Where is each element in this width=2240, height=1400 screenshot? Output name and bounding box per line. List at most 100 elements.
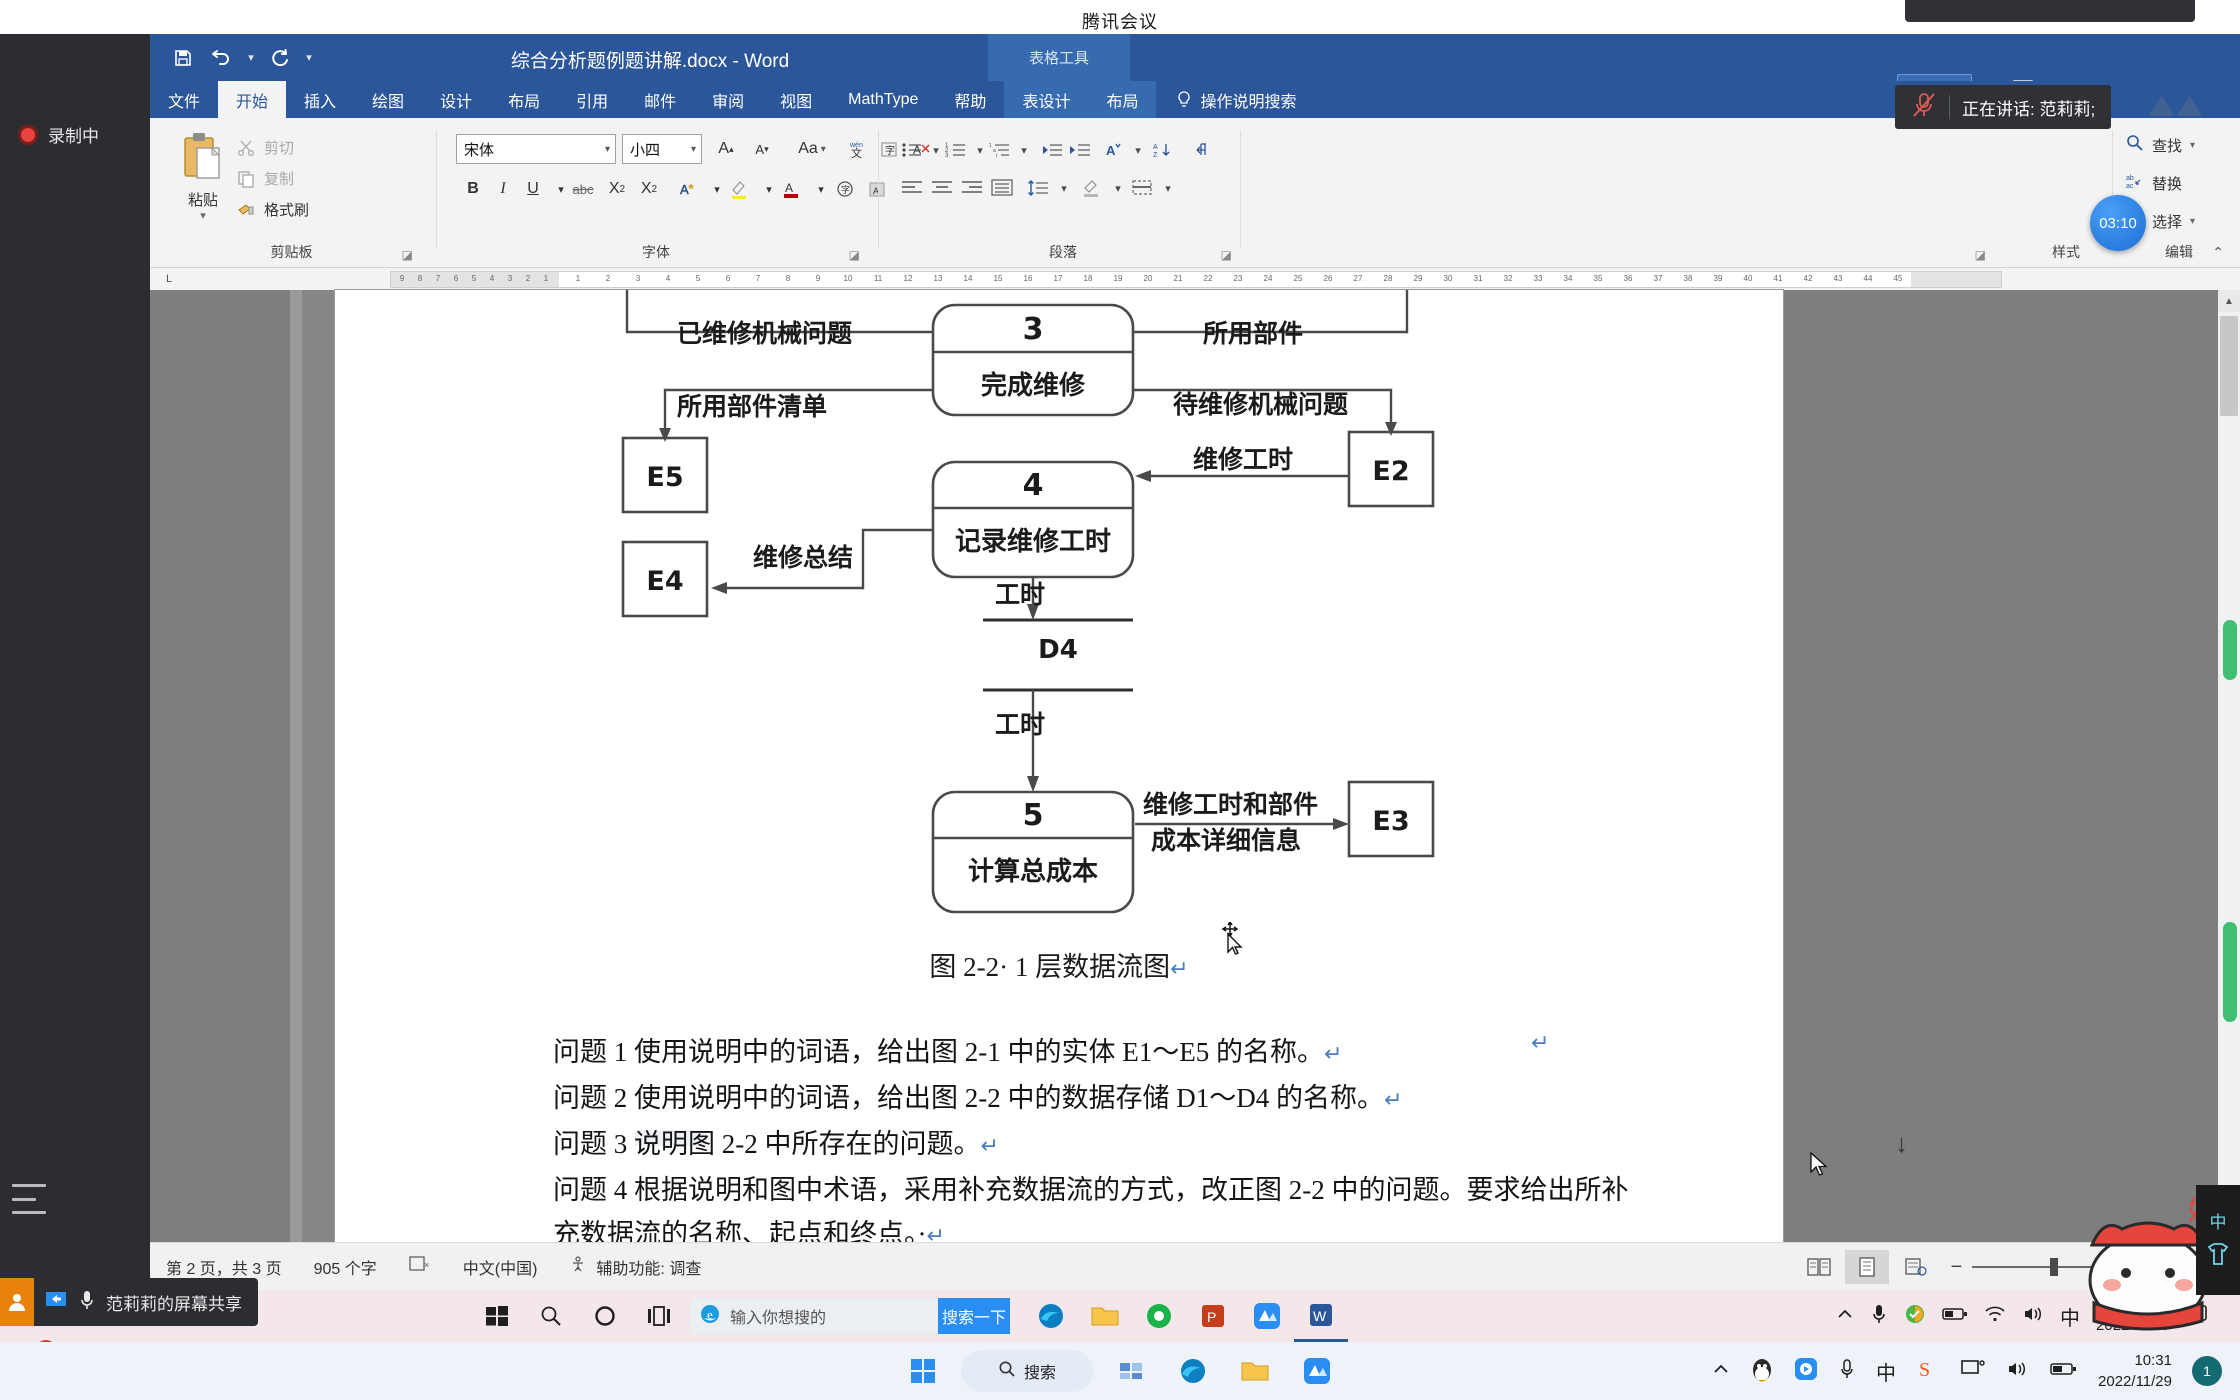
tab-references[interactable]: 引用 [558,81,626,118]
strikethrough-icon[interactable]: abc [568,174,598,204]
line-spacing-dropdown-icon[interactable]: ▾ [1050,174,1078,202]
ie-search-button[interactable]: 搜索一下 [938,1298,1010,1334]
tray-battery-icon[interactable] [1942,1306,1968,1327]
meeting-collapsed-toolbar[interactable] [1905,0,2195,22]
copy-button[interactable]: 复制 [236,163,309,194]
align-right-icon[interactable] [958,174,986,202]
superscript-icon[interactable]: X2 [634,174,664,204]
meeting-tray-icon[interactable] [1794,1357,1818,1386]
tab-table-design[interactable]: 表设计 [1004,81,1089,118]
local-task-view-button[interactable] [1107,1349,1155,1393]
highlight-icon[interactable] [724,174,754,204]
font-name-chevron-icon[interactable]: ▾ [605,144,610,155]
local-tray-expand-icon[interactable] [1712,1362,1730,1381]
language-indicator[interactable]: 中文(中国) [447,1255,554,1279]
align-left-icon[interactable] [898,174,926,202]
tab-stop-selector[interactable]: L [150,268,188,290]
local-edge-button[interactable] [1169,1349,1217,1393]
dfd-diagram[interactable]: 3 完成维修 4 记录维修工时 5 计算总成本 E5 E4 E2 E3 D4 已… [335,290,1783,930]
tab-layout[interactable]: 布局 [490,81,558,118]
borders-dropdown-icon[interactable]: ▾ [1154,174,1182,202]
clothes-icon[interactable] [2205,1241,2231,1272]
word-count[interactable]: 905 个字 [298,1255,393,1279]
monitor-icon[interactable] [44,1289,68,1316]
show-marks-icon[interactable] [1184,136,1212,164]
paragraph-dialog-launcher-icon[interactable]: ◪ [1221,248,1232,262]
speaking-indicator[interactable]: 正在讲话: 范莉莉; [1895,85,2112,129]
chinese-layout-dropdown-icon[interactable]: ▾ [1124,136,1152,164]
screen-share-badge[interactable]: 范莉莉的屏幕共享 [0,1278,258,1326]
line-spacing-icon[interactable] [1024,174,1052,202]
tab-home[interactable]: 开始 [218,81,287,118]
sort-icon[interactable]: AZ [1150,136,1178,164]
zoom-out-button[interactable]: − [1951,1256,1963,1279]
taskbar-meeting-icon[interactable] [1240,1290,1294,1342]
taskbar-explorer-icon[interactable] [1078,1290,1132,1342]
enclose-character-icon[interactable]: 字 [830,174,860,204]
increase-indent-icon[interactable] [1066,136,1094,164]
tab-mailings[interactable]: 邮件 [626,81,694,118]
projection-icon[interactable] [1960,1358,1986,1385]
taskbar-word-icon[interactable]: W [1294,1290,1348,1342]
taskbar-edge-icon[interactable] [1024,1290,1078,1342]
tab-help[interactable]: 帮助 [936,81,1004,118]
document-page[interactable]: 3 完成维修 4 记录维修工时 5 计算总成本 E5 E4 E2 E3 D4 已… [335,290,1908,1290]
bold-icon[interactable]: B [458,174,488,204]
local-ime-icon[interactable]: 中 [1876,1357,1896,1386]
font-name-input[interactable]: 宋体 ▾ [456,134,616,164]
local-search-button[interactable]: 搜索 [961,1350,1093,1392]
microphone-icon[interactable] [78,1289,96,1316]
local-start-button[interactable] [899,1349,947,1393]
proofing-status[interactable]: × [393,1255,447,1278]
taskbar-browser-icon[interactable] [1132,1290,1186,1342]
vertical-scrollbar[interactable]: ▲ ▼ [2218,290,2240,1242]
scroll-up-icon[interactable]: ▲ [2218,290,2240,312]
tray-wifi-icon[interactable] [1984,1305,2006,1328]
qq-icon[interactable] [1750,1356,1774,1387]
print-layout-button[interactable] [1844,1250,1889,1284]
vertical-ruler[interactable] [290,290,302,1242]
tab-mathtype[interactable]: MathType [830,81,936,118]
page-indicator[interactable]: 第 2 页，共 3 页 [150,1255,298,1279]
local-microphone-icon[interactable] [1838,1358,1856,1385]
tab-table-layout[interactable]: 布局 [1088,81,1157,118]
tab-draw[interactable]: 绘图 [354,81,422,118]
font-size-input[interactable]: 小四 ▾ [622,134,702,164]
font-size-chevron-icon[interactable]: ▾ [691,144,696,155]
ie-search-box[interactable]: e 输入你想搜的 [690,1298,938,1334]
local-battery-icon[interactable] [2050,1361,2078,1382]
select-dropdown-icon[interactable]: ▾ [2190,216,2195,227]
accessibility-indicator[interactable]: 辅助功能: 调查 [553,1255,717,1279]
local-clock[interactable]: 10:31 2022/11/29 [2098,1350,2172,1392]
italic-icon[interactable]: I [488,174,518,204]
tab-review[interactable]: 审阅 [694,81,762,118]
clipboard-dialog-launcher-icon[interactable]: ◪ [402,248,413,262]
borders-icon[interactable] [1128,174,1156,202]
scrollbar-thumb[interactable] [2220,316,2238,416]
local-volume-icon[interactable] [2006,1360,2030,1383]
tray-expand-icon[interactable] [1836,1307,1854,1326]
task-view-icon[interactable] [632,1290,686,1342]
change-case-icon[interactable]: Aa ▾ [786,134,838,164]
tray-volume-icon[interactable] [2022,1305,2044,1328]
tab-file[interactable]: 文件 [150,81,218,118]
tray-security-icon[interactable] [1904,1303,1926,1330]
meeting-timer-bubble[interactable]: 03:10 [2090,195,2146,251]
sogou-icon[interactable]: S [1916,1357,1940,1386]
recording-indicator[interactable]: 录制中 [18,122,99,147]
taskbar-powerpoint-icon[interactable]: P [1186,1290,1240,1342]
notification-badge[interactable]: 1 [2192,1356,2222,1386]
text-effects-icon[interactable]: A [672,174,702,204]
web-layout-button[interactable] [1893,1250,1937,1284]
tab-insert[interactable]: 插入 [286,81,354,118]
font-dialog-launcher-icon[interactable]: ◪ [849,248,860,262]
subscript-icon[interactable]: X2 [602,174,632,204]
replace-button[interactable]: ab ac 替换 [2126,172,2182,194]
tab-design[interactable]: 设计 [422,81,490,118]
underline-icon[interactable]: U [518,174,548,204]
paste-dropdown-icon[interactable]: ▾ [200,211,206,222]
read-mode-button[interactable] [1797,1250,1841,1284]
tray-microphone-icon[interactable] [1870,1303,1888,1330]
paste-button[interactable]: 粘贴 ▾ [172,130,234,240]
shrink-font-icon[interactable]: A ▾ [746,134,778,164]
